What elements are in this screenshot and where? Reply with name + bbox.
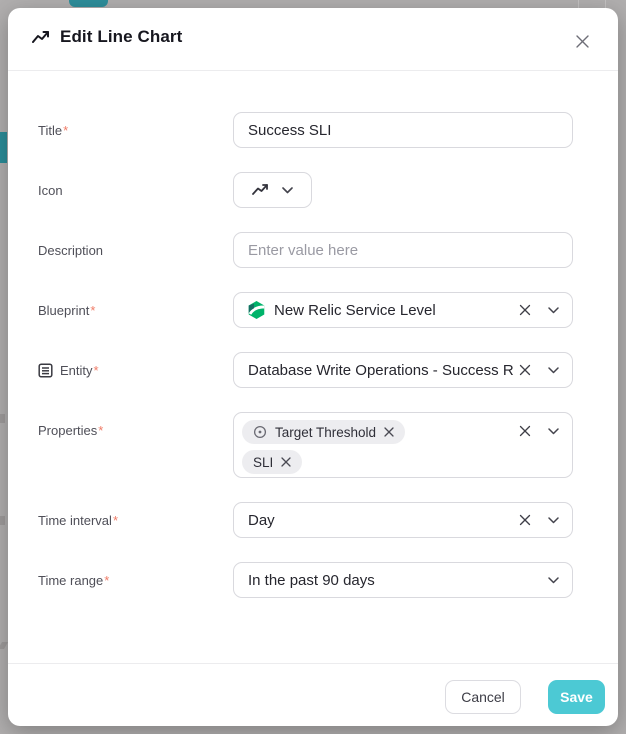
clear-x-icon[interactable] xyxy=(519,304,531,316)
background-artifact xyxy=(0,414,5,423)
properties-multiselect[interactable]: Target Threshold SLI xyxy=(233,412,573,478)
description-label: Description xyxy=(38,232,103,268)
required-asterisk: * xyxy=(63,123,68,138)
entity-select[interactable]: Database Write Operations - Success Ra xyxy=(233,352,573,388)
blueprint-label: Blueprint* xyxy=(38,292,95,328)
dialog-header: Edit Line Chart xyxy=(8,8,618,71)
remove-tag-x-icon[interactable] xyxy=(384,427,394,437)
background-artifact xyxy=(605,0,606,8)
chevron-down-icon xyxy=(282,187,293,194)
field-row-properties: Properties* Target Threshold xyxy=(38,412,581,478)
field-row-title: Title* xyxy=(38,112,581,148)
chevron-down-icon[interactable] xyxy=(548,577,559,584)
edit-line-chart-dialog: Edit Line Chart Title* Icon xyxy=(8,8,618,726)
entity-value: Database Write Operations - Success Ra xyxy=(248,362,513,379)
property-tag-label: Target Threshold xyxy=(275,425,376,440)
clear-x-icon[interactable] xyxy=(519,425,531,437)
field-row-time-interval: Time interval* Day xyxy=(38,502,581,538)
property-tag: Target Threshold xyxy=(242,420,405,444)
chevron-down-icon[interactable] xyxy=(548,517,559,524)
background-sidebar-indicator xyxy=(0,132,7,163)
close-icon[interactable] xyxy=(572,31,592,51)
chevron-down-icon[interactable] xyxy=(548,367,559,374)
time-interval-label: Time interval* xyxy=(38,502,118,538)
field-row-blueprint: Blueprint* New Relic Service Level xyxy=(38,292,581,328)
time-interval-value: Day xyxy=(248,512,513,529)
line-chart-icon xyxy=(252,184,270,196)
field-row-time-range: Time range* In the past 90 days xyxy=(38,562,581,598)
time-range-select[interactable]: In the past 90 days xyxy=(233,562,573,598)
remove-tag-x-icon[interactable] xyxy=(281,457,291,467)
background-artifact xyxy=(578,0,579,8)
field-row-description: Description xyxy=(38,232,581,268)
description-input[interactable] xyxy=(234,233,572,267)
icon-picker-button[interactable] xyxy=(233,172,312,208)
line-chart-icon xyxy=(32,30,51,44)
property-tag-label: SLI xyxy=(253,455,273,470)
properties-label: Properties* xyxy=(38,412,103,448)
new-relic-logo-icon xyxy=(248,301,265,319)
required-asterisk: * xyxy=(90,303,95,318)
chevron-down-icon[interactable] xyxy=(548,428,559,435)
ledger-icon xyxy=(38,363,53,378)
background-artifact xyxy=(0,516,5,525)
required-asterisk: * xyxy=(94,363,99,378)
target-icon xyxy=(253,425,267,439)
blueprint-select[interactable]: New Relic Service Level xyxy=(233,292,573,328)
description-field-container xyxy=(233,232,573,268)
entity-label: Entity* xyxy=(38,352,99,388)
time-range-value: In the past 90 days xyxy=(248,572,531,589)
property-tag: SLI xyxy=(242,450,302,474)
background-teal-tab xyxy=(69,0,108,7)
blueprint-value: New Relic Service Level xyxy=(274,302,513,319)
time-range-label: Time range* xyxy=(38,562,109,598)
chevron-down-icon[interactable] xyxy=(548,307,559,314)
clear-x-icon[interactable] xyxy=(519,364,531,376)
time-interval-select[interactable]: Day xyxy=(233,502,573,538)
clear-x-icon[interactable] xyxy=(519,514,531,526)
cancel-button[interactable]: Cancel xyxy=(445,680,521,714)
field-row-icon: Icon xyxy=(38,172,581,208)
required-asterisk: * xyxy=(98,423,103,438)
title-field-container xyxy=(233,112,573,148)
title-label: Title* xyxy=(38,112,68,148)
required-asterisk: * xyxy=(113,513,118,528)
required-asterisk: * xyxy=(104,573,109,588)
background-artifact xyxy=(0,642,8,649)
field-row-entity: Entity* Database Write Operations - Succ… xyxy=(38,352,581,388)
save-button[interactable]: Save xyxy=(548,680,605,714)
footer-divider xyxy=(8,663,618,664)
title-input[interactable] xyxy=(234,113,572,147)
icon-label: Icon xyxy=(38,172,63,208)
dialog-title: Edit Line Chart xyxy=(60,27,182,47)
